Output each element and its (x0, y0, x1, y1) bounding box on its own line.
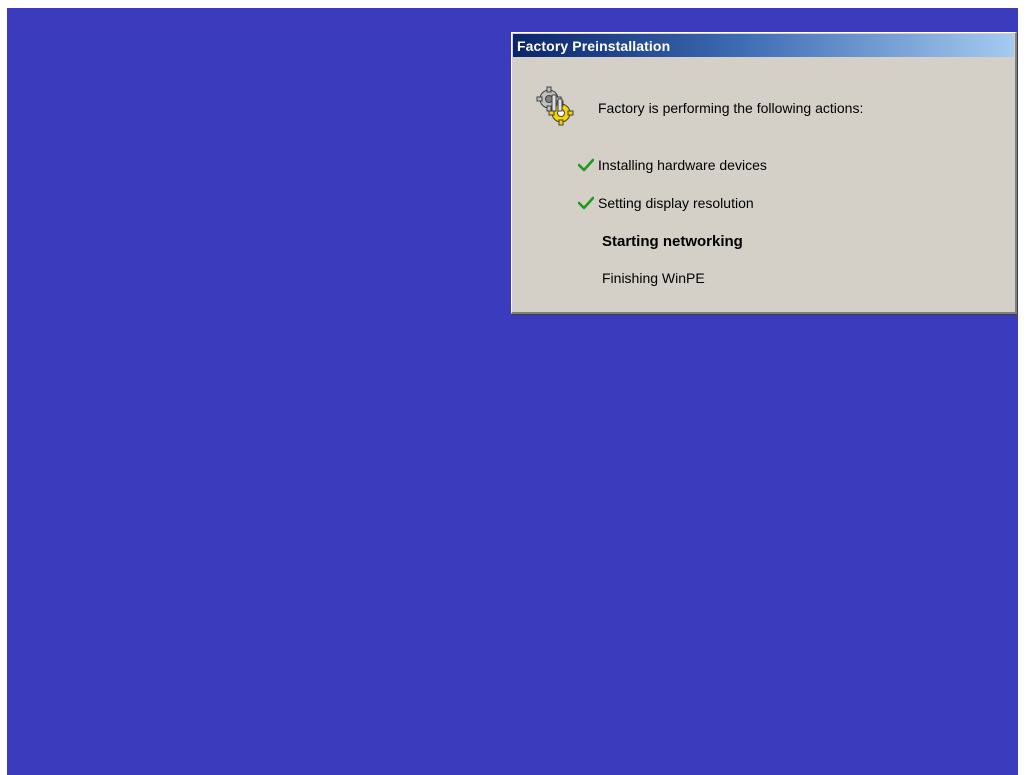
dialog-title: Factory Preinstallation (517, 37, 671, 54)
checkmark-icon (578, 196, 594, 210)
dialog-header-text: Factory is performing the following acti… (598, 100, 864, 116)
factory-preinstallation-dialog: Factory Preinstallation Factory is perfo… (511, 32, 1017, 314)
step-label-current: Starting networking (602, 233, 743, 250)
step-setting-display: Setting display resolution (578, 195, 754, 211)
step-starting-networking: Starting networking (578, 233, 743, 250)
step-label: Installing hardware devices (598, 157, 767, 173)
checkmark-icon (578, 158, 594, 172)
step-finishing-winpe: Finishing WinPE (578, 270, 705, 286)
step-label: Finishing WinPE (602, 270, 705, 286)
desktop-background: Factory Preinstallation Factory is perfo… (7, 8, 1018, 775)
dialog-header: Factory is performing the following acti… (534, 85, 863, 127)
gears-icon (536, 86, 574, 126)
dialog-titlebar[interactable]: Factory Preinstallation (513, 34, 1014, 57)
step-installing-hardware: Installing hardware devices (578, 157, 767, 173)
step-label: Setting display resolution (598, 195, 754, 211)
